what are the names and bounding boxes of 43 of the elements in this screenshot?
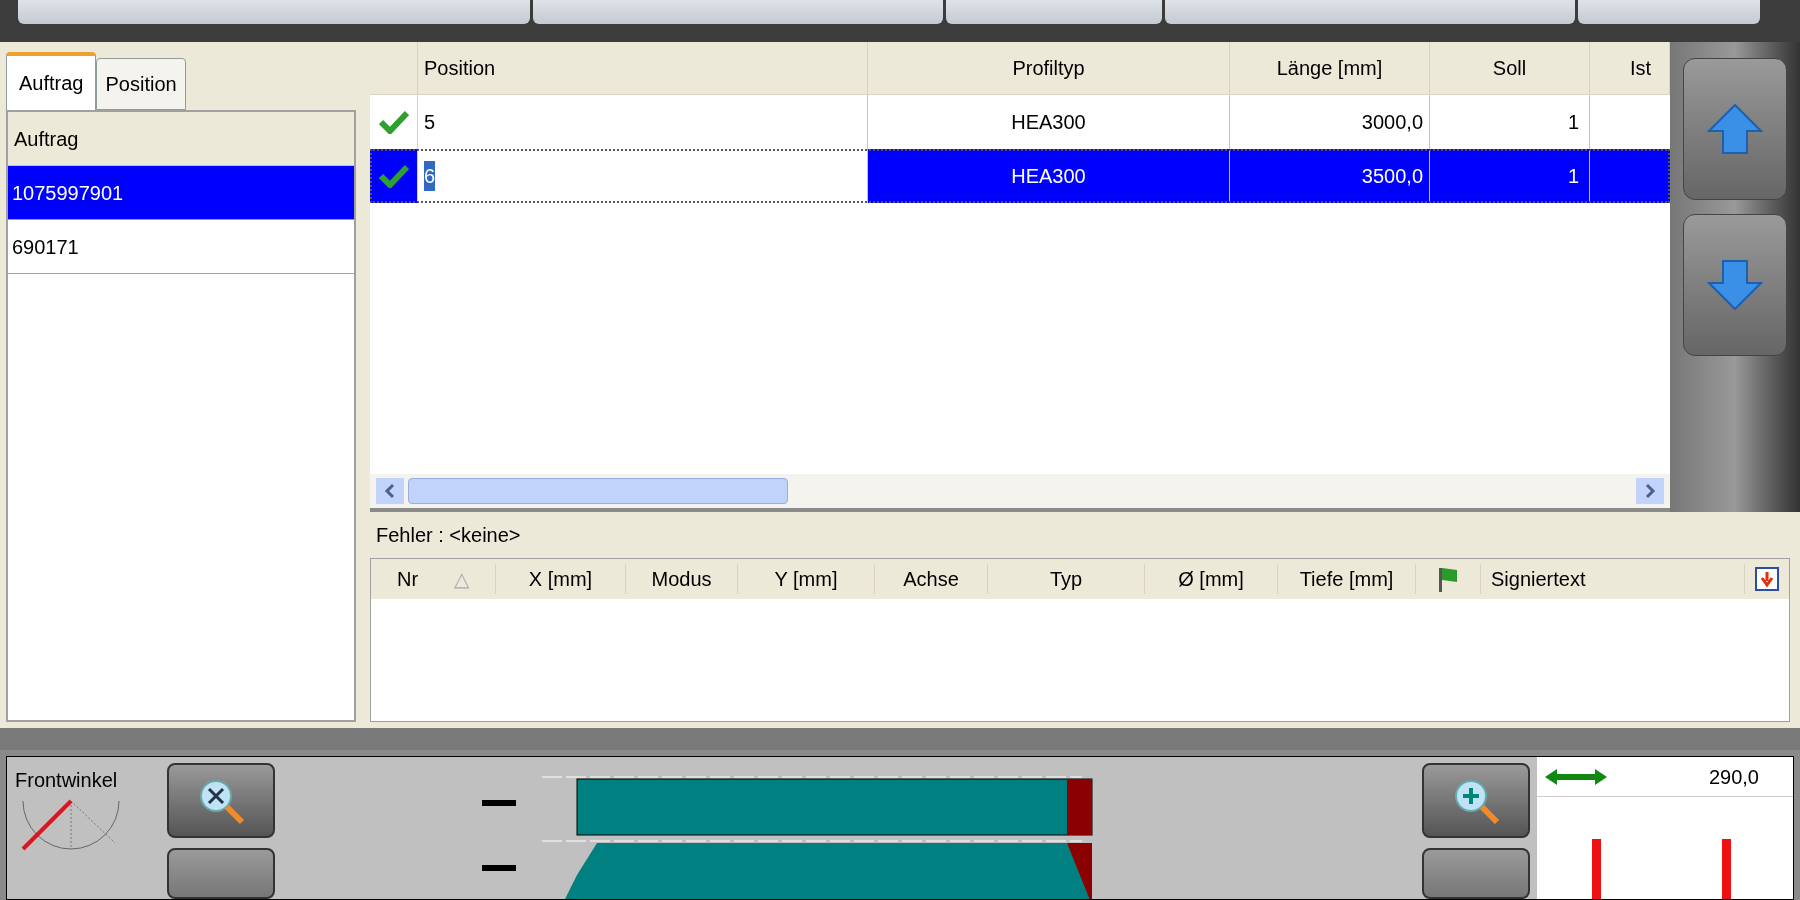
- zoom-reset-button[interactable]: [167, 763, 275, 839]
- column-header: Auftrag: [8, 112, 354, 166]
- fit-width-button[interactable]: [167, 848, 275, 899]
- scroll-left-button[interactable]: [376, 478, 404, 504]
- tab[interactable]: Auftrag: [6, 52, 97, 110]
- scroll-thumb[interactable]: [408, 478, 788, 504]
- scroll-right-button[interactable]: [1636, 478, 1664, 504]
- column-header[interactable]: Typ: [1049, 564, 1083, 594]
- tab[interactable]: Position: [96, 58, 186, 110]
- length-value: 290,0: [1707, 764, 1760, 790]
- horizontal-scrollbar[interactable]: [370, 474, 1670, 512]
- move-up-button[interactable]: [1683, 58, 1787, 200]
- column-header[interactable]: Tiefe [mm]: [1299, 564, 1394, 594]
- column-header[interactable]: Signiertext: [1491, 564, 1586, 594]
- export-down-icon[interactable]: [1755, 567, 1779, 591]
- up-arrow-icon: [1707, 103, 1763, 155]
- table-cell: 1: [1430, 149, 1590, 203]
- column-header[interactable]: Nr: [396, 564, 419, 594]
- column-header[interactable]: Modus: [651, 564, 712, 594]
- error-label: Fehler : <keine>: [376, 523, 521, 548]
- table-cell: 6: [418, 149, 868, 203]
- list-item[interactable]: 1075997901: [8, 166, 354, 220]
- flag-icon: [1437, 566, 1459, 592]
- column-header[interactable]: Achse: [903, 564, 959, 594]
- table-cell: HEA300: [868, 149, 1230, 203]
- down-arrow-icon: [1707, 259, 1763, 311]
- column-header[interactable]: X [mm]: [528, 564, 593, 594]
- zoom-in-button[interactable]: [1422, 763, 1530, 839]
- table-row[interactable]: 6 HEA300 3500,0 1: [370, 149, 1670, 203]
- zoom-out-button[interactable]: [1422, 848, 1530, 899]
- table-cell: 3500,0: [1230, 149, 1430, 203]
- column-header[interactable]: Position: [418, 42, 868, 94]
- column-header[interactable]: Y [mm]: [774, 564, 838, 594]
- chevron-left-icon: [384, 483, 396, 499]
- column-header[interactable]: Länge [mm]: [1230, 42, 1430, 94]
- front-angle-label: Frontwinkel: [15, 768, 119, 793]
- sort-indicator: △: [454, 567, 470, 592]
- column-header[interactable]: Ø [mm]: [1178, 564, 1244, 594]
- chevron-right-icon: [1644, 483, 1656, 499]
- column-header[interactable]: Profiltyp: [868, 42, 1230, 94]
- double-arrow-icon: [1543, 766, 1609, 787]
- move-down-button[interactable]: [1683, 214, 1787, 356]
- column-header[interactable]: Soll: [1430, 42, 1590, 94]
